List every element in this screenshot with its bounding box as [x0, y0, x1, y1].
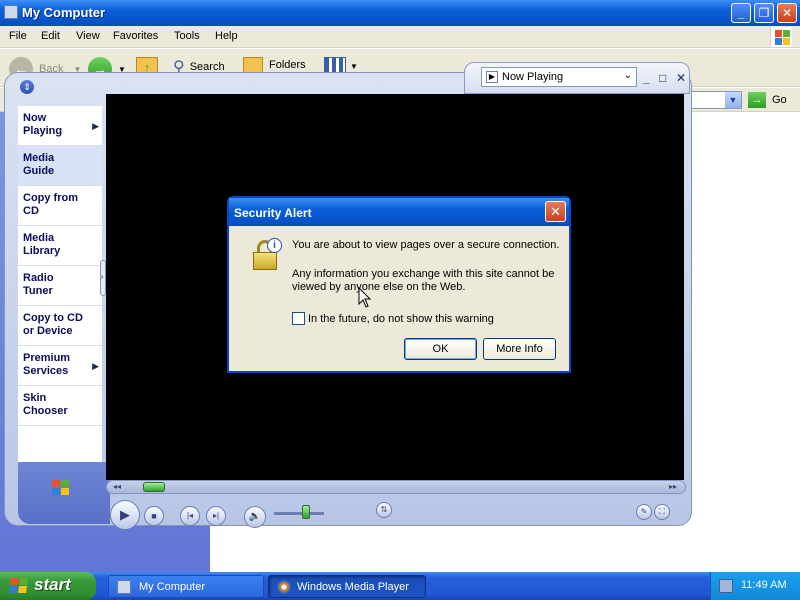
volume-slider-thumb[interactable] — [302, 505, 310, 519]
taskpane-item-copy-to-cd[interactable]: Copy to CD or Device — [18, 306, 102, 346]
shuffle-icon[interactable]: ⇅ — [376, 502, 392, 518]
taskpane-footer — [18, 462, 110, 524]
taskpane-item-label: or Device — [23, 325, 73, 337]
taskpane-item-label: Services — [23, 365, 69, 377]
fullscreen-icon[interactable]: ⛶ — [654, 504, 670, 520]
edit-icon[interactable]: ✎ — [636, 504, 652, 520]
chevron-down-icon: ⌄ — [623, 70, 632, 81]
play-icon: ▶ — [486, 71, 498, 83]
taskbar-item-media-player[interactable]: Windows Media Player — [268, 575, 426, 598]
view-select-value: Now Playing — [502, 71, 564, 83]
windows-logo-icon — [52, 480, 70, 496]
restore-button[interactable]: ❐ — [754, 3, 774, 23]
menu-edit[interactable]: Edit — [41, 30, 60, 42]
taskbar-item-label: Windows Media Player — [297, 580, 409, 593]
taskpane-item-label: Guide — [23, 165, 55, 177]
menu-tools[interactable]: Tools — [174, 30, 200, 42]
dont-show-checkbox-label[interactable]: In the future, do not show this warning — [308, 313, 494, 326]
taskpane-item-label: Skin — [23, 392, 47, 404]
start-label: start — [34, 575, 71, 594]
taskpane-item-label: Playing — [23, 125, 63, 137]
rewind-icon[interactable]: ◂◂ — [113, 482, 121, 491]
taskpane-item-label: Copy to CD — [23, 312, 83, 324]
menu-file[interactable]: File — [9, 30, 27, 42]
taskpane-item-label: Radio — [23, 272, 54, 284]
taskpane-item-now-playing[interactable]: Now Playing ▶ — [18, 106, 102, 146]
taskpane-item-premium-services[interactable]: Premium Services ▶ — [18, 346, 102, 386]
stop-button[interactable]: ■ — [144, 506, 164, 526]
close-icon[interactable]: ✕ — [676, 71, 686, 85]
computer-icon — [4, 5, 18, 19]
media-player-titlebar[interactable]: ▶ Now Playing ⌄ _ □ ✕ — [464, 62, 690, 94]
lock-info-icon: i — [251, 238, 283, 270]
taskpane-item-skin-chooser[interactable]: Skin Chooser — [18, 386, 102, 426]
collapse-icon[interactable]: ⇕ — [20, 80, 34, 94]
address-input[interactable]: ▼ — [690, 91, 742, 109]
taskpane-item-media-guide[interactable]: Media Guide — [18, 146, 102, 186]
close-button[interactable]: ✕ — [777, 3, 797, 23]
taskpane-item-label: Now — [23, 112, 47, 124]
taskpane-item-label: Tuner — [23, 285, 53, 297]
media-player-icon — [277, 579, 291, 594]
taskbar-item-label: My Computer — [139, 580, 206, 593]
windows-logo-icon — [770, 27, 792, 47]
taskpane-item-label: Premium — [23, 352, 71, 364]
play-button[interactable]: ▶ — [110, 500, 140, 530]
dialog-titlebar[interactable]: Security Alert ✕ — [229, 198, 569, 226]
dont-show-checkbox[interactable] — [292, 312, 305, 325]
menu-help[interactable]: Help — [215, 30, 238, 42]
windows-logo-icon — [9, 578, 29, 594]
computer-icon — [117, 579, 131, 594]
previous-button[interactable]: |◂ — [180, 506, 200, 526]
chevron-right-icon: ▶ — [92, 121, 99, 131]
next-button[interactable]: ▸| — [206, 506, 226, 526]
taskpane-item-label: Library — [23, 245, 61, 257]
playback-controls: ▶ ■ |◂ ▸| 🔈 ⇅ ✎ ⛶ — [106, 496, 686, 530]
fast-forward-icon[interactable]: ▸▸ — [669, 482, 677, 491]
menu-view[interactable]: View — [76, 30, 100, 42]
taskpane-item-copy-from-cd[interactable]: Copy from CD — [18, 186, 102, 226]
view-select[interactable]: ▶ Now Playing ⌄ — [481, 67, 637, 87]
clock[interactable]: 11:49 AM — [741, 579, 787, 591]
seek-bar[interactable]: ◂◂ ▸▸ — [106, 480, 686, 494]
start-button[interactable]: start — [0, 572, 96, 600]
taskpane-item-media-library[interactable]: Media Library — [18, 226, 102, 266]
chevron-down-icon[interactable]: ▼ — [725, 92, 741, 108]
dialog-title: Security Alert — [234, 206, 312, 220]
dialog-message-line1: You are about to view pages over a secur… — [292, 239, 560, 251]
minimize-button[interactable]: _ — [731, 3, 751, 23]
go-label: Go — [772, 94, 787, 106]
dialog-message-line3: viewed by anyone else on the Web. — [292, 281, 466, 293]
maximize-icon[interactable]: □ — [659, 71, 666, 85]
menu-bar: File Edit View Favorites Tools Help — [0, 26, 800, 48]
minimize-icon[interactable]: _ — [643, 71, 650, 85]
volume-track[interactable] — [274, 512, 324, 515]
taskpane-item-label: Copy from — [23, 192, 78, 204]
ok-button[interactable]: OK — [404, 338, 477, 360]
more-info-button[interactable]: More Info — [483, 338, 556, 360]
taskbar-item-my-computer[interactable]: My Computer — [108, 575, 264, 598]
taskpane-item-radio-tuner[interactable]: Radio Tuner — [18, 266, 102, 306]
menu-favorites[interactable]: Favorites — [113, 30, 158, 42]
mouse-cursor-icon — [358, 287, 372, 308]
go-arrow-icon: → — [748, 92, 766, 108]
chevron-right-icon: ▶ — [92, 361, 99, 371]
go-button[interactable]: → Go — [748, 92, 787, 108]
network-icon[interactable] — [719, 579, 733, 593]
seek-thumb[interactable] — [143, 482, 165, 492]
taskpane-item-label: Media — [23, 232, 55, 244]
security-alert-dialog: Security Alert ✕ i You are about to view… — [227, 196, 571, 373]
system-tray: 11:49 AM — [710, 572, 800, 600]
taskpane-item-label: Chooser — [23, 405, 68, 417]
taskpane-item-label: Media — [23, 152, 55, 164]
taskbar: start My Computer Windows Media Player 1… — [0, 572, 800, 600]
explorer-title: My Computer — [22, 5, 106, 20]
mute-button[interactable]: 🔈 — [244, 506, 266, 528]
dialog-message-line2: Any information you exchange with this s… — [292, 268, 555, 280]
dialog-close-button[interactable]: ✕ — [545, 201, 566, 222]
explorer-titlebar[interactable]: My Computer _ ❐ ✕ — [0, 0, 800, 26]
taskpane-item-label: CD — [23, 205, 39, 217]
